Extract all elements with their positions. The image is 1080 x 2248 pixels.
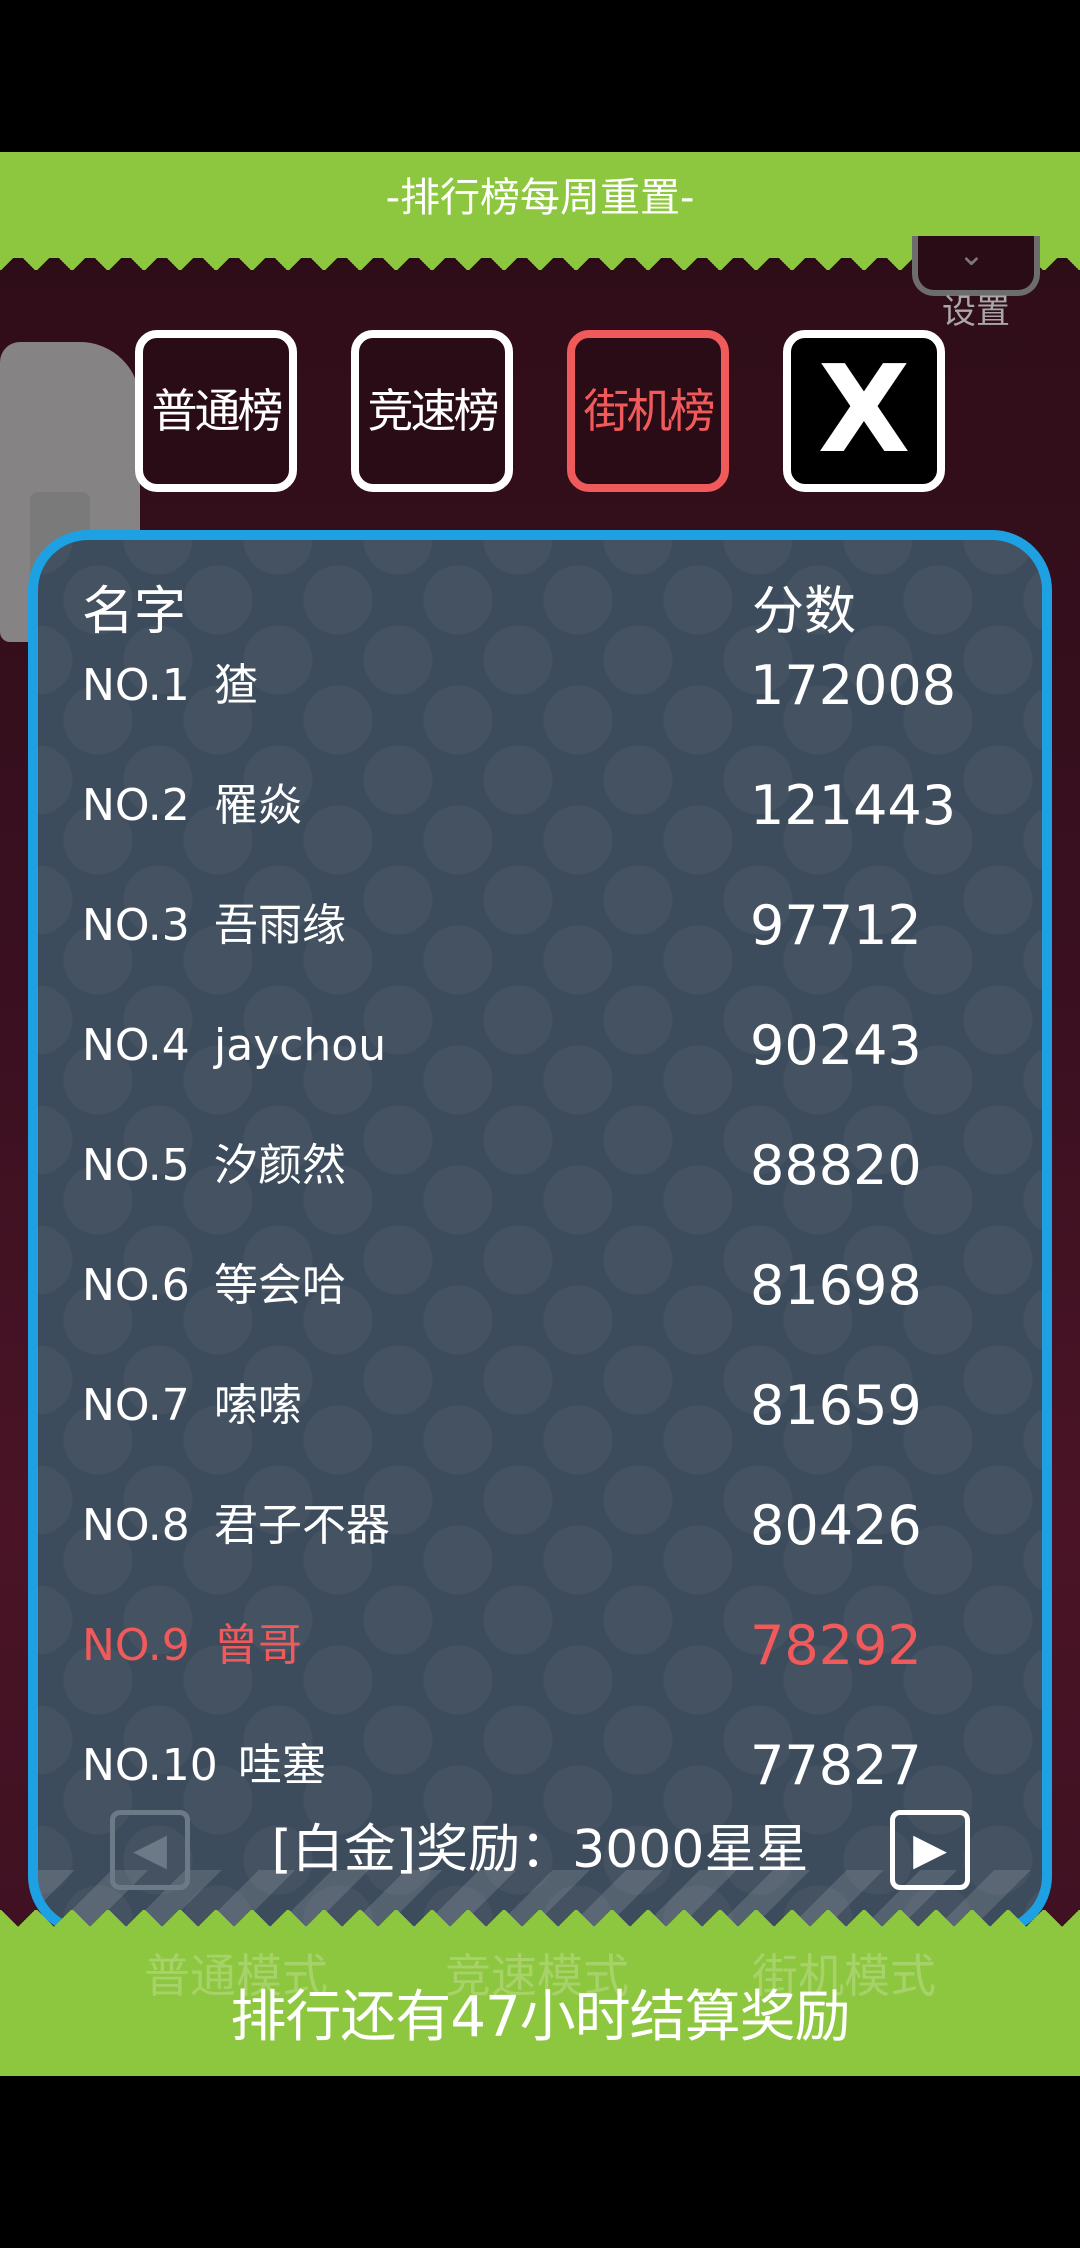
column-header-score: 分数 bbox=[752, 582, 857, 642]
screen: -排行榜每周重置- ⌄ 设置 普通榜 竞速榜 街机榜 X 名字 分数 NO.1 … bbox=[0, 0, 1080, 2248]
leaderboard-row: NO.6 等会哈 81698 bbox=[38, 1246, 1042, 1326]
tab-arcade-board[interactable]: 街机榜 bbox=[567, 330, 729, 492]
row-score: 90243 bbox=[750, 1014, 922, 1077]
row-rank: NO.9 bbox=[82, 1620, 190, 1671]
row-score: 78292 bbox=[750, 1614, 922, 1677]
row-name: 嗦嗦 bbox=[214, 1380, 302, 1431]
leaderboard-row: NO.4 jaychou 90243 bbox=[38, 1006, 1042, 1086]
leaderboard-row: NO.3 吾雨缘 97712 bbox=[38, 886, 1042, 966]
banner-title: -排行榜每周重置- bbox=[385, 175, 695, 221]
row-score: 81659 bbox=[750, 1374, 922, 1437]
leaderboard-row: NO.7 嗦嗦 81659 bbox=[38, 1366, 1042, 1446]
row-score: 88820 bbox=[750, 1134, 922, 1197]
arrow-left-icon: ◀ bbox=[133, 1824, 167, 1875]
row-name: 罹焱 bbox=[214, 780, 302, 831]
previous-reward-button[interactable]: ◀ bbox=[110, 1810, 190, 1890]
row-score: 172008 bbox=[750, 654, 957, 717]
row-name: 哇塞 bbox=[238, 1740, 326, 1791]
row-score: 81698 bbox=[750, 1254, 922, 1317]
leaderboard-row-current-player: NO.9 曾哥 78292 bbox=[38, 1606, 1042, 1686]
tab-normal-board[interactable]: 普通榜 bbox=[135, 330, 297, 492]
row-rank: NO.1 bbox=[82, 660, 190, 711]
reward-text: [白金]奖励：3000星星 bbox=[271, 1820, 809, 1880]
row-name: 汐颜然 bbox=[214, 1140, 346, 1191]
row-score: 77827 bbox=[750, 1734, 922, 1797]
row-score: 97712 bbox=[750, 894, 922, 957]
arrow-right-icon: ▶ bbox=[913, 1824, 947, 1875]
row-name: 猹 bbox=[214, 660, 258, 711]
close-button[interactable]: X bbox=[783, 330, 945, 492]
row-rank: NO.5 bbox=[82, 1140, 190, 1191]
leaderboard-row: NO.10 哇塞 77827 bbox=[38, 1726, 1042, 1806]
column-header-name: 名字 bbox=[82, 582, 187, 642]
leaderboard-row: NO.1 猹 172008 bbox=[38, 646, 1042, 726]
leaderboard-row: NO.5 汐颜然 88820 bbox=[38, 1126, 1042, 1206]
gear-icon: ⌄ bbox=[958, 235, 985, 273]
tab-speed-board[interactable]: 竞速榜 bbox=[351, 330, 513, 492]
row-name: 吾雨缘 bbox=[214, 900, 346, 951]
close-icon: X bbox=[817, 341, 911, 480]
row-rank: NO.10 bbox=[82, 1740, 218, 1791]
settlement-countdown: 排行还有47小时结算奖励 bbox=[230, 1985, 850, 2050]
row-score: 80426 bbox=[750, 1494, 922, 1557]
row-name: 君子不器 bbox=[214, 1500, 390, 1551]
panel-star-pattern bbox=[38, 540, 1042, 1926]
next-reward-button[interactable]: ▶ bbox=[890, 1810, 970, 1890]
leaderboard-panel: 名字 分数 NO.1 猹 172008 NO.2 罹焱 121443 NO.3 … bbox=[28, 530, 1052, 1936]
settings-label[interactable]: 设置 bbox=[912, 290, 1040, 334]
row-rank: NO.6 bbox=[82, 1260, 190, 1311]
row-name: 曾哥 bbox=[214, 1620, 302, 1671]
row-name: 等会哈 bbox=[214, 1260, 346, 1311]
leaderboard-row: NO.2 罹焱 121443 bbox=[38, 766, 1042, 846]
settings-button[interactable]: ⌄ bbox=[912, 236, 1040, 296]
row-score: 121443 bbox=[750, 774, 957, 837]
row-rank: NO.3 bbox=[82, 900, 190, 951]
row-rank: NO.8 bbox=[82, 1500, 190, 1551]
row-rank: NO.4 bbox=[82, 1020, 190, 1071]
bottom-banner-teeth bbox=[0, 1910, 1080, 1944]
row-rank: NO.7 bbox=[82, 1380, 190, 1431]
row-name: jaychou bbox=[214, 1020, 387, 1071]
row-rank: NO.2 bbox=[82, 780, 190, 831]
leaderboard-row: NO.8 君子不器 80426 bbox=[38, 1486, 1042, 1566]
